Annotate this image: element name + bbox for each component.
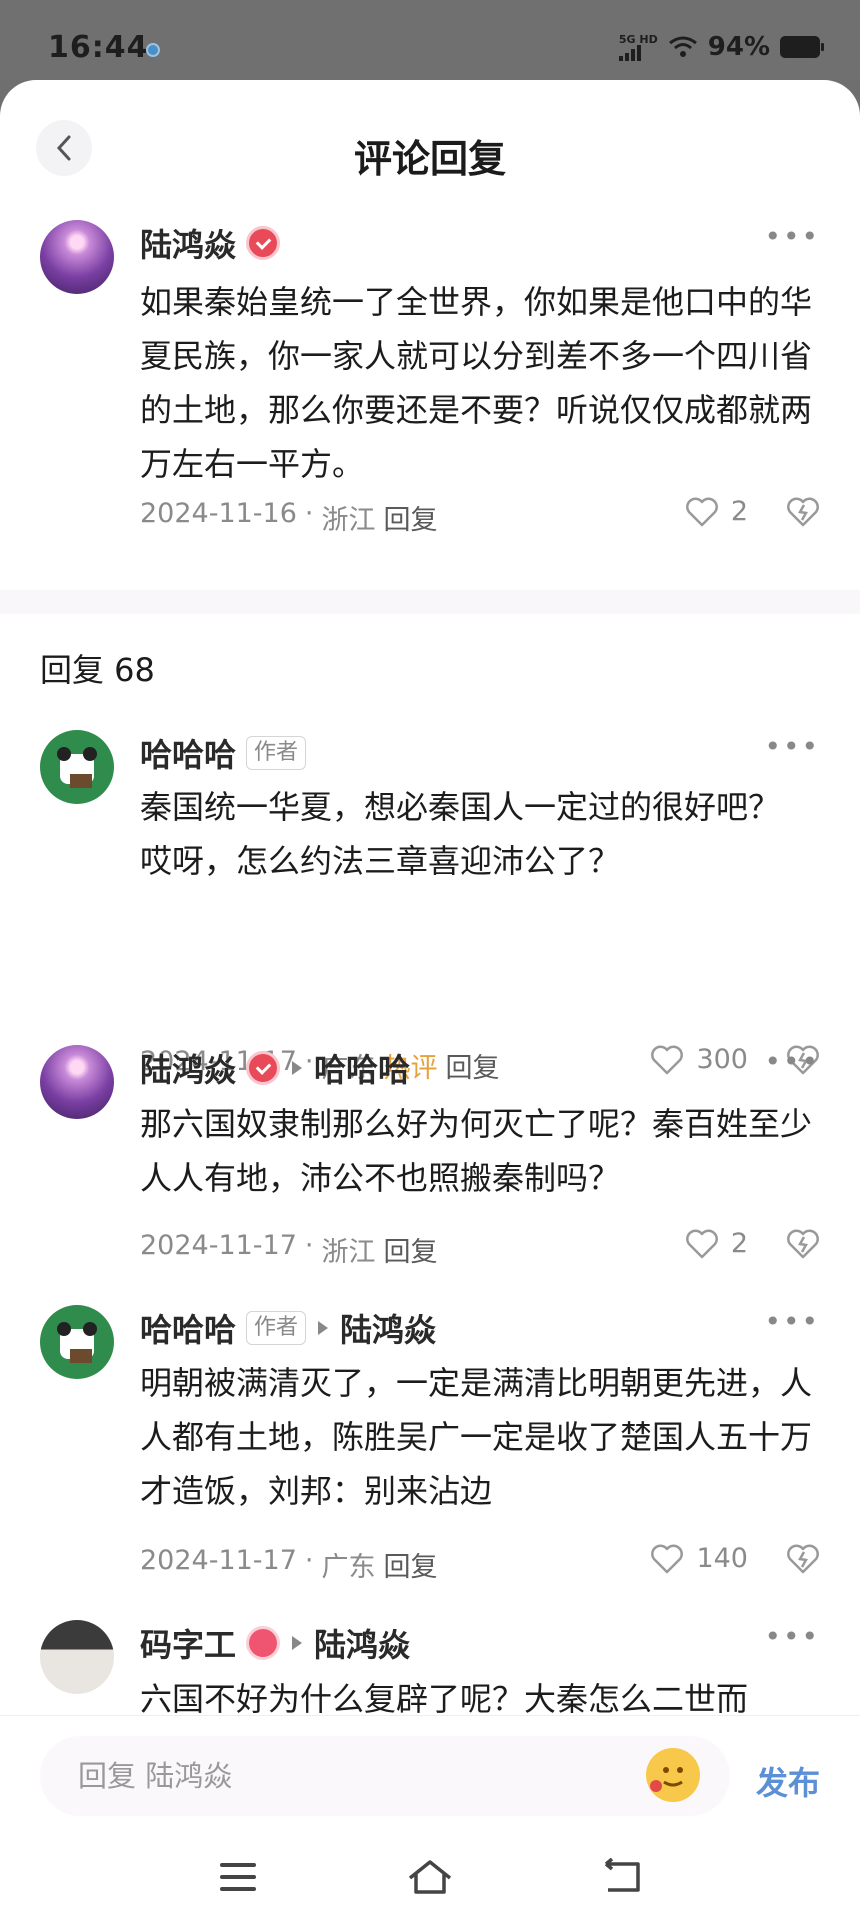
verified-badge-icon xyxy=(246,1051,281,1085)
comment-header: 陆鸿焱 哈哈哈 xyxy=(140,1045,410,1091)
dislike-icon[interactable] xyxy=(786,1228,820,1260)
more-icon[interactable]: ••• xyxy=(764,220,820,253)
reply-arrow-icon xyxy=(318,1321,329,1335)
comment-sheet: 评论回复 陆鸿焱 ••• 如果秦始皇统一了全世界，你如果是他口中的华夏民族，你一… xyxy=(0,80,860,1920)
reply-arrow-icon xyxy=(292,1061,303,1075)
dislike-icon[interactable] xyxy=(786,1543,820,1575)
reply-button[interactable]: 回复 xyxy=(384,1230,438,1269)
like-button[interactable]: 140 xyxy=(650,1543,748,1574)
thumb-badge-icon xyxy=(246,1626,281,1660)
reply-input-box[interactable] xyxy=(40,1736,730,1816)
comment-location: 浙江 xyxy=(321,505,376,536)
avatar[interactable] xyxy=(40,1305,114,1379)
author-name[interactable]: 陆鸿焱 xyxy=(140,1045,236,1091)
signal-icon: 5G HD xyxy=(618,32,658,61)
author-tag: 作者 xyxy=(246,736,307,770)
like-count: 140 xyxy=(696,1543,748,1574)
like-count: 2 xyxy=(730,1228,748,1259)
comment-meta: 2024-11-17 · 浙江 回复 xyxy=(140,1230,438,1269)
comment-date: 2024-11-17 xyxy=(140,1230,297,1261)
dislike-icon[interactable] xyxy=(786,496,820,528)
author-tag: 作者 xyxy=(246,1311,307,1345)
avatar[interactable] xyxy=(40,730,114,804)
battery-icon xyxy=(780,36,824,58)
like-count: 300 xyxy=(696,1044,748,1075)
like-button[interactable]: 2 xyxy=(685,496,748,527)
comment-text: 如果秦始皇统一了全世界，你如果是他口中的华夏民族，你一家人就可以分到差不多一个四… xyxy=(140,283,813,483)
home-icon[interactable] xyxy=(402,1853,458,1901)
reply-button[interactable]: 回复 xyxy=(384,1545,438,1584)
comment-text: 秦国统一华夏，想必秦国人一定过的很好吧？ 哎呀，怎么约法三章喜迎沛公了？ xyxy=(140,788,781,880)
comment-text: 那六国奴隶制那么好为何灭亡了呢？秦百姓至少人人有地，沛公不也照搬秦制吗？ xyxy=(140,1105,813,1197)
more-icon[interactable]: ••• xyxy=(764,730,820,763)
comment-date: 2024-11-17 xyxy=(140,1545,297,1576)
comment-header: 陆鸿焱 xyxy=(140,220,281,266)
like-button[interactable]: 2 xyxy=(685,1228,748,1259)
status-time: 16:44 xyxy=(48,30,149,65)
comment-header: 哈哈哈 作者 陆鸿焱 xyxy=(140,1305,436,1351)
reply-to-name[interactable]: 陆鸿焱 xyxy=(314,1620,410,1666)
heart-icon xyxy=(651,1544,684,1573)
author-name[interactable]: 哈哈哈 xyxy=(140,1305,236,1351)
reply-input[interactable] xyxy=(78,1756,578,1796)
return-icon[interactable] xyxy=(594,1853,650,1901)
section-divider xyxy=(0,590,860,614)
battery-percent: 94% xyxy=(707,32,770,62)
menu-icon[interactable] xyxy=(210,1853,266,1901)
avatar[interactable] xyxy=(40,1045,114,1119)
reply-arrow-icon xyxy=(292,1636,303,1650)
reply-count: 回复 68 xyxy=(40,651,155,689)
status-bar: 16:44 5G HD 94% xyxy=(0,0,860,80)
comment-header: 哈哈哈 作者 xyxy=(140,730,307,776)
network-label: 5G HD xyxy=(618,32,658,46)
wifi-icon xyxy=(668,36,697,57)
notification-icon xyxy=(146,43,160,57)
comment-text: 明朝被满清灭了，一定是满清比明朝更先进，人人都有土地，陈胜吴广一定是收了楚国人五… xyxy=(140,1364,813,1510)
publish-button[interactable]: 发布 xyxy=(756,1758,820,1804)
page-title: 评论回复 xyxy=(353,137,506,181)
like-count: 2 xyxy=(730,496,748,527)
avatar[interactable] xyxy=(40,1620,114,1694)
more-icon[interactable]: ••• xyxy=(764,1045,820,1078)
heart-icon xyxy=(685,1229,718,1258)
avatar[interactable] xyxy=(40,220,114,294)
reply-to-name[interactable]: 陆鸿焱 xyxy=(340,1305,436,1351)
like-button[interactable]: 300 xyxy=(650,1044,748,1075)
comment-meta: 2024-11-17 · 广东 回复 xyxy=(140,1545,438,1584)
status-indicators: 5G HD 94% xyxy=(618,32,824,62)
reply-button[interactable]: 回复 xyxy=(384,498,438,537)
comment-meta: 2024-11-16 · 浙江 回复 xyxy=(140,498,438,537)
reply-button[interactable]: 回复 xyxy=(446,1046,500,1085)
heart-icon xyxy=(685,497,718,526)
comment-date: 2024-11-16 xyxy=(140,498,297,529)
comment-location: 广东 xyxy=(321,1552,376,1583)
reply-to-name[interactable]: 哈哈哈 xyxy=(314,1045,410,1091)
comment-location: 浙江 xyxy=(321,1237,376,1268)
verified-badge-icon xyxy=(246,226,281,260)
author-name[interactable]: 码字工 xyxy=(140,1620,236,1666)
more-icon[interactable]: ••• xyxy=(764,1305,820,1338)
emoji-icon[interactable] xyxy=(646,1748,700,1802)
system-nav-bar xyxy=(0,1835,860,1920)
author-name[interactable]: 哈哈哈 xyxy=(140,730,236,776)
comment-header: 码字工 陆鸿焱 xyxy=(140,1620,410,1666)
heart-icon xyxy=(651,1045,684,1074)
reply-input-bar: 发布 xyxy=(0,1715,860,1835)
more-icon[interactable]: ••• xyxy=(764,1620,820,1653)
author-name[interactable]: 陆鸿焱 xyxy=(140,220,236,266)
